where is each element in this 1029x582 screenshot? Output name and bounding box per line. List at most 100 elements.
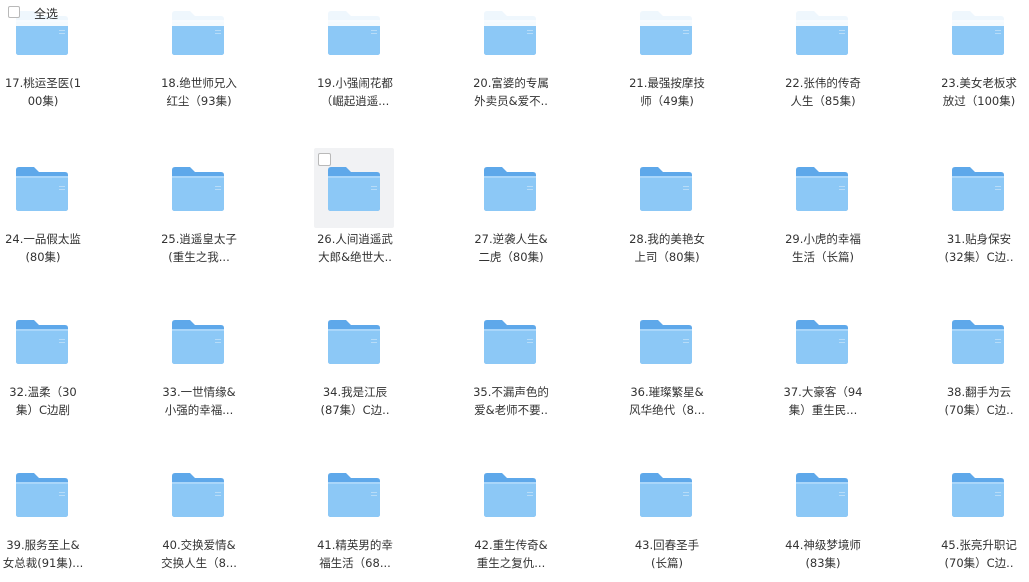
folder-name-line2: 女总裁(91集)... [2, 556, 84, 570]
folder-name: 17.桃运圣医(1 00集) [0, 74, 89, 110]
folder-name: 22.张伟的传奇 人生（85集) [777, 74, 869, 110]
folder-item[interactable]: 31.贴身保安 (32集）C边.. [937, 148, 1021, 298]
folder-name: 23.美女老板求 放过（100集) [933, 74, 1025, 110]
folder-item[interactable]: 25.逍遥皇太子 (重生之我... [157, 148, 241, 298]
folder-name-line1: 23.美女老板求 [941, 76, 1017, 90]
folder-name: 27.逆袭人生& 二虎（80集) [465, 230, 557, 266]
select-all-label[interactable]: 全选 [34, 5, 58, 22]
folder-icon [170, 319, 226, 365]
folder-name-line1: 41.精英男的幸 [317, 538, 393, 552]
folder-item[interactable]: 27.逆袭人生& 二虎（80集) [469, 148, 553, 298]
folder-item[interactable]: 33.一世情缘& 小强的幸福... [157, 301, 241, 451]
selection-toolbar: 全选 [0, 0, 1029, 26]
folder-name-line1: 33.一世情缘& [162, 385, 236, 399]
folder-icon [482, 166, 538, 212]
folder-name-line1: 42.重生传奇& [474, 538, 548, 552]
folder-item[interactable]: 38.翻手为云 (70集）C边.. [937, 301, 1021, 451]
folder-item[interactable]: 45.张亮升职记 (70集）C边.. [937, 454, 1021, 582]
folder-name: 18.绝世师兄入 红尘（93集) [153, 74, 245, 110]
folder-name: 44.神级梦境师 (83集) [777, 536, 869, 572]
folder-name: 45.张亮升职记 (70集）C边.. [933, 536, 1025, 572]
folder-name-line2: (长篇) [651, 556, 683, 570]
folder-icon [170, 472, 226, 518]
folder-item[interactable]: 26.人间逍遥武 大郎&绝世大.. [313, 148, 397, 298]
folder-name-line2: (80集) [25, 250, 61, 264]
folder-item[interactable]: 34.我是江辰 (87集）C边.. [313, 301, 397, 451]
folder-item[interactable]: 42.重生传奇& 重生之复仇... [469, 454, 553, 582]
folder-icon [638, 472, 694, 518]
item-checkbox[interactable] [318, 153, 331, 166]
folder-name-line1: 17.桃运圣医(1 [4, 76, 82, 90]
folder-item[interactable]: 40.交换爱情& 交换人生（8... [157, 454, 241, 582]
folder-item[interactable]: 32.温柔（30 集）C边剧 [1, 301, 85, 451]
folder-name-line2: 二虎（80集) [478, 250, 544, 264]
folder-name: 37.大豪客（94 集）重生民... [777, 383, 869, 419]
folder-name-line1: 39.服务至上& [6, 538, 80, 552]
folder-item[interactable]: 35.不漏声色的 爱&老师不要.. [469, 301, 553, 451]
folder-name: 39.服务至上& 女总裁(91集)... [0, 536, 89, 572]
folder-name: 35.不漏声色的 爱&老师不要.. [465, 383, 557, 419]
folder-name-line2: 交换人生（8... [161, 556, 237, 570]
folder-name-line1: 25.逍遥皇太子 [161, 232, 237, 246]
folder-name-line1: 38.翻手为云 [946, 385, 1012, 399]
folder-name-line1: 37.大豪客（94 [783, 385, 863, 399]
folder-name: 32.温柔（30 集）C边剧 [0, 383, 89, 419]
folder-name-line2: 师（49集) [640, 94, 694, 108]
folder-item[interactable]: 29.小虎的幸福 生活（长篇) [781, 148, 865, 298]
folder-name-line2: (83集) [805, 556, 841, 570]
folder-name-line1: 20.富婆的专属 [473, 76, 549, 90]
folder-name: 26.人间逍遥武 大郎&绝世大.. [309, 230, 401, 266]
folder-name-line2: 红尘（93集) [166, 94, 232, 108]
folder-icon [638, 166, 694, 212]
folder-icon [482, 472, 538, 518]
folder-name-line2: 集）重生民... [788, 403, 858, 417]
folder-name-line2: 集）C边剧 [15, 403, 71, 417]
folder-name-line1: 35.不漏声色的 [473, 385, 549, 399]
folder-item[interactable]: 39.服务至上& 女总裁(91集)... [1, 454, 85, 582]
folder-name: 19.小强闹花都 （崛起逍遥... [309, 74, 401, 110]
folder-name-line1: 34.我是江辰 [322, 385, 388, 399]
folder-name-line2: (32集）C边.. [944, 250, 1014, 264]
folder-name-line1: 31.贴身保安 [946, 232, 1012, 246]
folder-name-line1: 27.逆袭人生& [474, 232, 548, 246]
folder-name-line2: 放过（100集) [942, 94, 1016, 108]
folder-icon [326, 472, 382, 518]
folder-icon [794, 472, 850, 518]
folder-name-line2: 人生（85集) [790, 94, 856, 108]
folder-item[interactable]: 43.回春圣手 (长篇) [625, 454, 709, 582]
folder-name-line2: 重生之复仇... [476, 556, 546, 570]
select-all-checkbox[interactable] [8, 6, 20, 18]
folder-item[interactable]: 36.璀璨繁星& 风华绝代（8... [625, 301, 709, 451]
folder-name-line1: 24.一品假太监 [5, 232, 81, 246]
folder-name: 21.最强按摩技 师（49集) [621, 74, 713, 110]
folder-name-line2: 00集) [27, 94, 59, 108]
folder-name-line1: 44.神级梦境师 [785, 538, 861, 552]
folder-icon [14, 319, 70, 365]
folder-name: 29.小虎的幸福 生活（长篇) [777, 230, 869, 266]
folder-name-line1: 19.小强闹花都 [317, 76, 393, 90]
folder-item[interactable]: 37.大豪客（94 集）重生民... [781, 301, 865, 451]
folder-item[interactable]: 41.精英男的幸 福生活（68... [313, 454, 397, 582]
folder-name: 31.贴身保安 (32集）C边.. [933, 230, 1025, 266]
folder-icon [794, 319, 850, 365]
file-browser: 17.桃运圣医(1 00集) 18.绝世师兄入 红尘（93集) 19.小强闹花都 （崛起逍… [0, 0, 1029, 582]
folder-item[interactable]: 44.神级梦境师 (83集) [781, 454, 865, 582]
folder-name-line1: 29.小虎的幸福 [785, 232, 861, 246]
folder-icon [326, 166, 382, 212]
folder-name-line2: (重生之我... [168, 250, 230, 264]
folder-name: 42.重生传奇& 重生之复仇... [465, 536, 557, 572]
folder-name: 33.一世情缘& 小强的幸福... [153, 383, 245, 419]
folder-name-line2: 小强的幸福... [164, 403, 234, 417]
folder-name: 36.璀璨繁星& 风华绝代（8... [621, 383, 713, 419]
folder-item[interactable]: 28.我的美艳女 上司（80集) [625, 148, 709, 298]
folder-name-line2: 生活（长篇) [792, 250, 854, 264]
folder-name-line1: 43.回春圣手 [634, 538, 700, 552]
folder-item[interactable]: 24.一品假太监 (80集) [1, 148, 85, 298]
folder-name: 20.富婆的专属 外卖员&爱不.. [465, 74, 557, 110]
folder-name-line2: 风华绝代（8... [629, 403, 705, 417]
folder-name-line2: 福生活（68... [319, 556, 391, 570]
folder-name-line2: （崛起逍遥... [320, 94, 390, 108]
folder-name-line1: 21.最强按摩技 [629, 76, 705, 90]
folder-icon [170, 166, 226, 212]
folder-name-line1: 45.张亮升职记 [941, 538, 1017, 552]
